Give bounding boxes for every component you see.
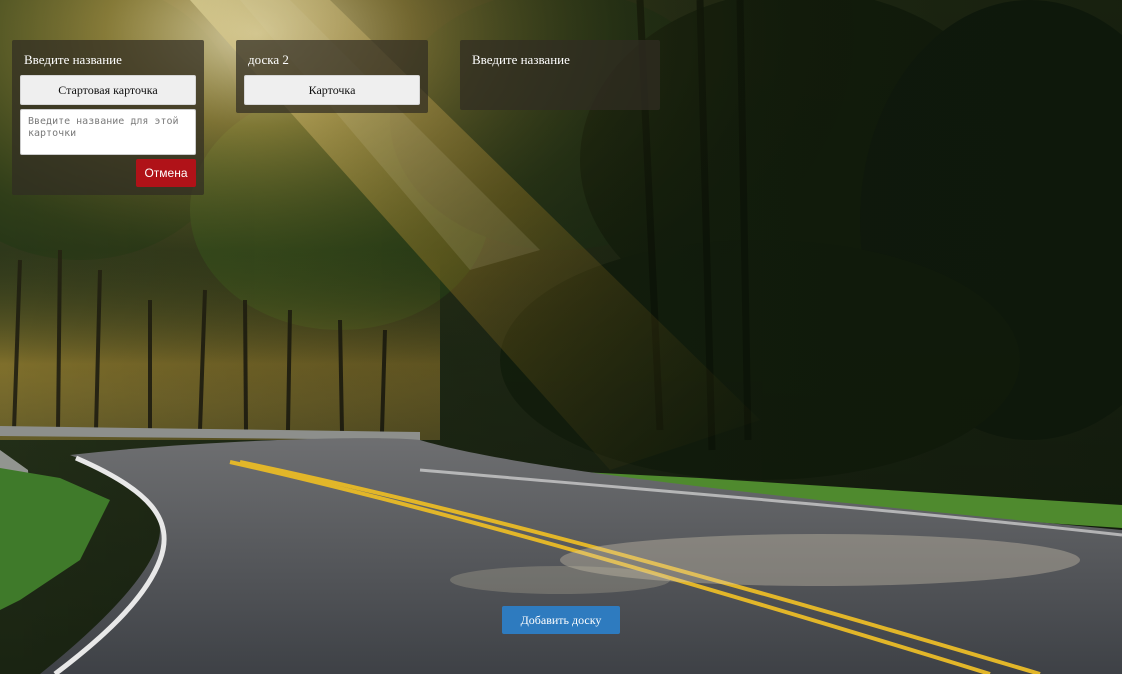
card[interactable]: Карточка xyxy=(244,75,420,105)
board-title[interactable]: доска 2 xyxy=(244,50,420,70)
board-3: Введите название xyxy=(460,40,660,110)
cancel-button[interactable]: Отмена xyxy=(136,159,196,187)
board-1: Введите название Стартовая карточка Отме… xyxy=(12,40,204,195)
board-title[interactable]: Введите название xyxy=(20,50,196,70)
card-start[interactable]: Стартовая карточка xyxy=(20,75,196,105)
board-2: доска 2 Карточка xyxy=(236,40,428,113)
board-title[interactable]: Введите название xyxy=(468,50,652,70)
new-card-title-input[interactable] xyxy=(20,109,196,155)
add-board-button[interactable]: Добавить доску xyxy=(502,606,620,634)
card-form-actions: Отмена xyxy=(20,159,196,187)
